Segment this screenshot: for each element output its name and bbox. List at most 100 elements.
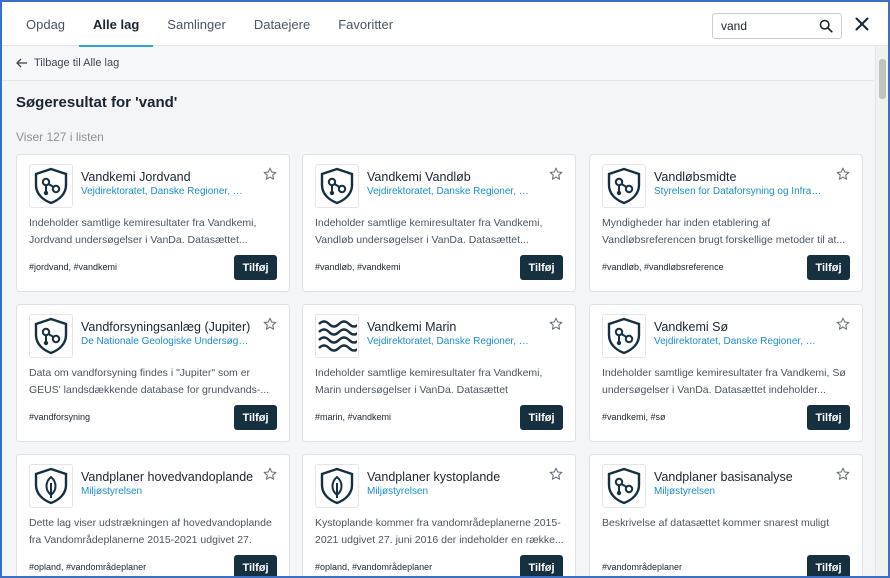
- add-button[interactable]: Tilføj: [807, 255, 850, 280]
- card-owners[interactable]: Vejdirektoratet, Danske Regioner, Miljøs…: [81, 186, 249, 197]
- add-button[interactable]: Tilføj: [807, 405, 850, 430]
- star-icon[interactable]: [549, 317, 563, 331]
- card-description: Data om vandforsyning findes i "Jupiter"…: [29, 365, 279, 399]
- card-description-line-2: GEUS' landsdækkende database for grundva…: [29, 384, 270, 396]
- tab-alle-lag[interactable]: Alle lag: [79, 2, 154, 47]
- card-description: Myndigheder har inden etablering af Vandl…: [602, 215, 852, 249]
- card-title[interactable]: Vandplaner kystoplande: [367, 470, 547, 484]
- card-description-line-2: Vandløb undersøgelser i VanDa. Datasætte…: [315, 234, 529, 246]
- dataset-card[interactable]: Vandplaner kystoplande Miljøstyrelsen Kyst…: [302, 454, 576, 576]
- card-tags: #vandkemi, #sø: [602, 412, 666, 422]
- card-owners[interactable]: Styrelsen for Dataforsyning og Infrastru…: [654, 186, 822, 197]
- shield-leaf-icon: [29, 464, 73, 508]
- card-description-line-2: Vandløbsreferencen brugt forskellige met…: [602, 234, 846, 246]
- dataset-card[interactable]: Vandløbsmidte Styrelsen for Dataforsyning…: [589, 154, 863, 292]
- back-link[interactable]: Tilbage til Alle lag: [16, 57, 119, 69]
- card-description-line-2: Marin undersøgelser i VanDa. Datasættet …: [315, 384, 508, 396]
- card-description-line-1: Indeholder samtlige kemiresultater fra V…: [315, 217, 543, 229]
- star-icon[interactable]: [836, 167, 850, 181]
- card-description: Indeholder samtlige kemiresultater fra V…: [602, 365, 852, 399]
- search-icon[interactable]: [819, 19, 833, 33]
- shield-network-icon: [602, 464, 646, 508]
- card-title[interactable]: Vandkemi Sø: [654, 320, 834, 334]
- card-owners[interactable]: De Nationale Geologiske Undersøgelser fo…: [81, 336, 249, 347]
- card-description-line-1: Indeholder samtlige kemiresultater fra V…: [29, 217, 257, 229]
- card-owners[interactable]: Vejdirektoratet, Danske Regioner, Miljøs…: [367, 186, 535, 197]
- card-tags: #opland, #vandområdeplaner: [29, 562, 147, 572]
- card-description-line-1: Kystoplande kommer fra vandområdeplanern…: [315, 517, 561, 529]
- card-tags: #marin, #vandkemi: [315, 412, 392, 422]
- card-tags: #vandløb, #vandløbsreference: [602, 262, 724, 272]
- card-owners[interactable]: Miljøstyrelsen: [367, 486, 535, 497]
- star-icon[interactable]: [263, 467, 277, 481]
- star-icon[interactable]: [836, 467, 850, 481]
- star-icon[interactable]: [263, 317, 277, 331]
- star-icon[interactable]: [836, 317, 850, 331]
- tab-dataejere[interactable]: Dataejere: [240, 2, 324, 46]
- card-tags: #vandforsyning: [29, 412, 91, 422]
- card-title[interactable]: Vandplaner hovedvandoplande: [81, 470, 261, 484]
- card-owners[interactable]: Vejdirektoratet, Danske Regioner, Miljøs…: [654, 336, 822, 347]
- dataset-card[interactable]: Vandkemi Jordvand Vejdirektoratet, Danske…: [16, 154, 290, 292]
- add-button[interactable]: Tilføj: [520, 405, 563, 430]
- scrollbar[interactable]: [875, 47, 888, 576]
- add-button[interactable]: Tilføj: [807, 555, 850, 576]
- shield-network-icon: [602, 314, 646, 358]
- add-button[interactable]: Tilføj: [520, 255, 563, 280]
- top-navigation: Opdag Alle lag Samlinger Dataejere Favor…: [2, 2, 888, 47]
- card-owners[interactable]: Miljøstyrelsen: [654, 486, 822, 497]
- card-description-line-2: undersøgelser i VanDa. Datasættet indeho…: [602, 384, 826, 396]
- star-icon[interactable]: [549, 167, 563, 181]
- add-button[interactable]: Tilføj: [234, 405, 277, 430]
- card-title[interactable]: Vandkemi Jordvand: [81, 170, 261, 184]
- close-icon[interactable]: [854, 16, 870, 32]
- shield-network-icon: [29, 164, 73, 208]
- dataset-card[interactable]: Vandkemi Vandløb Vejdirektoratet, Danske …: [302, 154, 576, 292]
- card-title[interactable]: Vandkemi Marin: [367, 320, 547, 334]
- shield-network-icon: [602, 164, 646, 208]
- card-description: Beskrivelse af datasættet kommer snarest…: [602, 515, 852, 549]
- card-description: Kystoplande kommer fra vandområdeplanern…: [315, 515, 565, 549]
- scrollbar-thumb[interactable]: [879, 59, 886, 99]
- card-description-line-1: Myndigheder har inden etablering af: [602, 217, 771, 229]
- star-icon[interactable]: [263, 167, 277, 181]
- card-title[interactable]: Vandplaner basisanalyse: [654, 470, 834, 484]
- add-button[interactable]: Tilføj: [234, 255, 277, 280]
- result-count: Viser 127 i listen: [16, 130, 104, 144]
- card-description-line-2: Jordvand undersøgelser i VanDa. Datasætt…: [29, 234, 248, 246]
- tab-samlinger[interactable]: Samlinger: [153, 2, 240, 46]
- search-box: [712, 13, 842, 39]
- card-description: Indeholder samtlige kemiresultater fra V…: [29, 215, 279, 249]
- dataset-card[interactable]: Vandplaner hovedvandoplande Miljøstyrelse…: [16, 454, 290, 576]
- card-description-line-1: Indeholder samtlige kemiresultater fra V…: [315, 367, 543, 379]
- page-title: Søgeresultat for 'vand': [16, 94, 178, 111]
- tab-bar: Opdag Alle lag Samlinger Dataejere Favor…: [12, 2, 407, 47]
- card-title[interactable]: Vandforsyningsanlæg (Jupiter): [81, 320, 261, 334]
- tab-opdag[interactable]: Opdag: [12, 2, 79, 46]
- search-input[interactable]: [721, 18, 816, 34]
- arrow-left-icon: [16, 58, 27, 68]
- dataset-card[interactable]: Vandkemi Sø Vejdirektoratet, Danske Regio…: [589, 304, 863, 442]
- card-owners[interactable]: Vejdirektoratet, Danske Regioner, Miljøs…: [367, 336, 535, 347]
- dataset-card[interactable]: Vandkemi Marin Vejdirektoratet, Danske Re…: [302, 304, 576, 442]
- add-button[interactable]: Tilføj: [234, 555, 277, 576]
- dataset-card[interactable]: Vandforsyningsanlæg (Jupiter) De National…: [16, 304, 290, 442]
- dataset-card[interactable]: Vandplaner basisanalyse Miljøstyrelsen Bes…: [589, 454, 863, 576]
- card-description-line-1: Data om vandforsyning findes i "Jupiter"…: [29, 367, 251, 379]
- shield-network-icon: [315, 164, 359, 208]
- card-owners[interactable]: Miljøstyrelsen: [81, 486, 249, 497]
- card-description: Indeholder samtlige kemiresultater fra V…: [315, 365, 565, 399]
- add-button[interactable]: Tilføj: [520, 555, 563, 576]
- shield-network-icon: [29, 314, 73, 358]
- app-window: Opdag Alle lag Samlinger Dataejere Favor…: [0, 0, 890, 578]
- star-icon[interactable]: [549, 467, 563, 481]
- card-title[interactable]: Vandløbsmidte: [654, 170, 834, 184]
- card-title[interactable]: Vandkemi Vandløb: [367, 170, 547, 184]
- card-tags: #vandområdeplaner: [602, 562, 683, 572]
- waves-icon: [315, 314, 359, 358]
- shield-leaf-icon: [315, 464, 359, 508]
- back-label: Tilbage til Alle lag: [34, 57, 120, 69]
- card-tags: #vandløb, #vandkemi: [315, 262, 401, 272]
- tab-favoritter[interactable]: Favoritter: [324, 2, 407, 46]
- card-description-line-1: Beskrivelse af datasættet kommer snarest…: [602, 517, 830, 529]
